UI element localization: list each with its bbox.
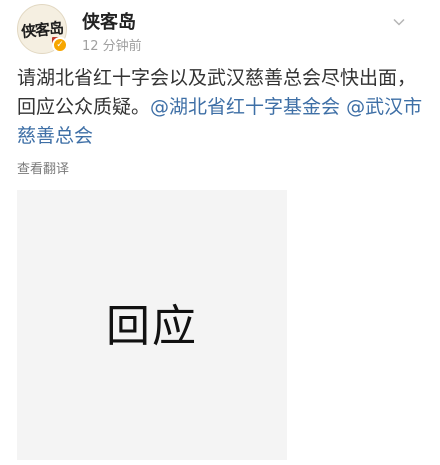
post-image[interactable]: 回应 [17,190,287,460]
post-timestamp: 12 分钟前 [82,39,142,54]
post-text: 请湖北省红十字会以及武汉慈善总会尽快出面，回应公众质疑。@湖北省红十字基金会 @… [17,64,427,151]
mention-link[interactable]: @湖北省红十字基金会 [150,96,340,118]
chevron-down-icon[interactable] [393,16,405,28]
account-name[interactable]: 侠客岛 [82,8,136,34]
post-image-text: 回应 [106,301,198,352]
translate-link[interactable]: 查看翻译 [17,158,69,177]
verified-badge-icon: ✓ [52,37,68,53]
